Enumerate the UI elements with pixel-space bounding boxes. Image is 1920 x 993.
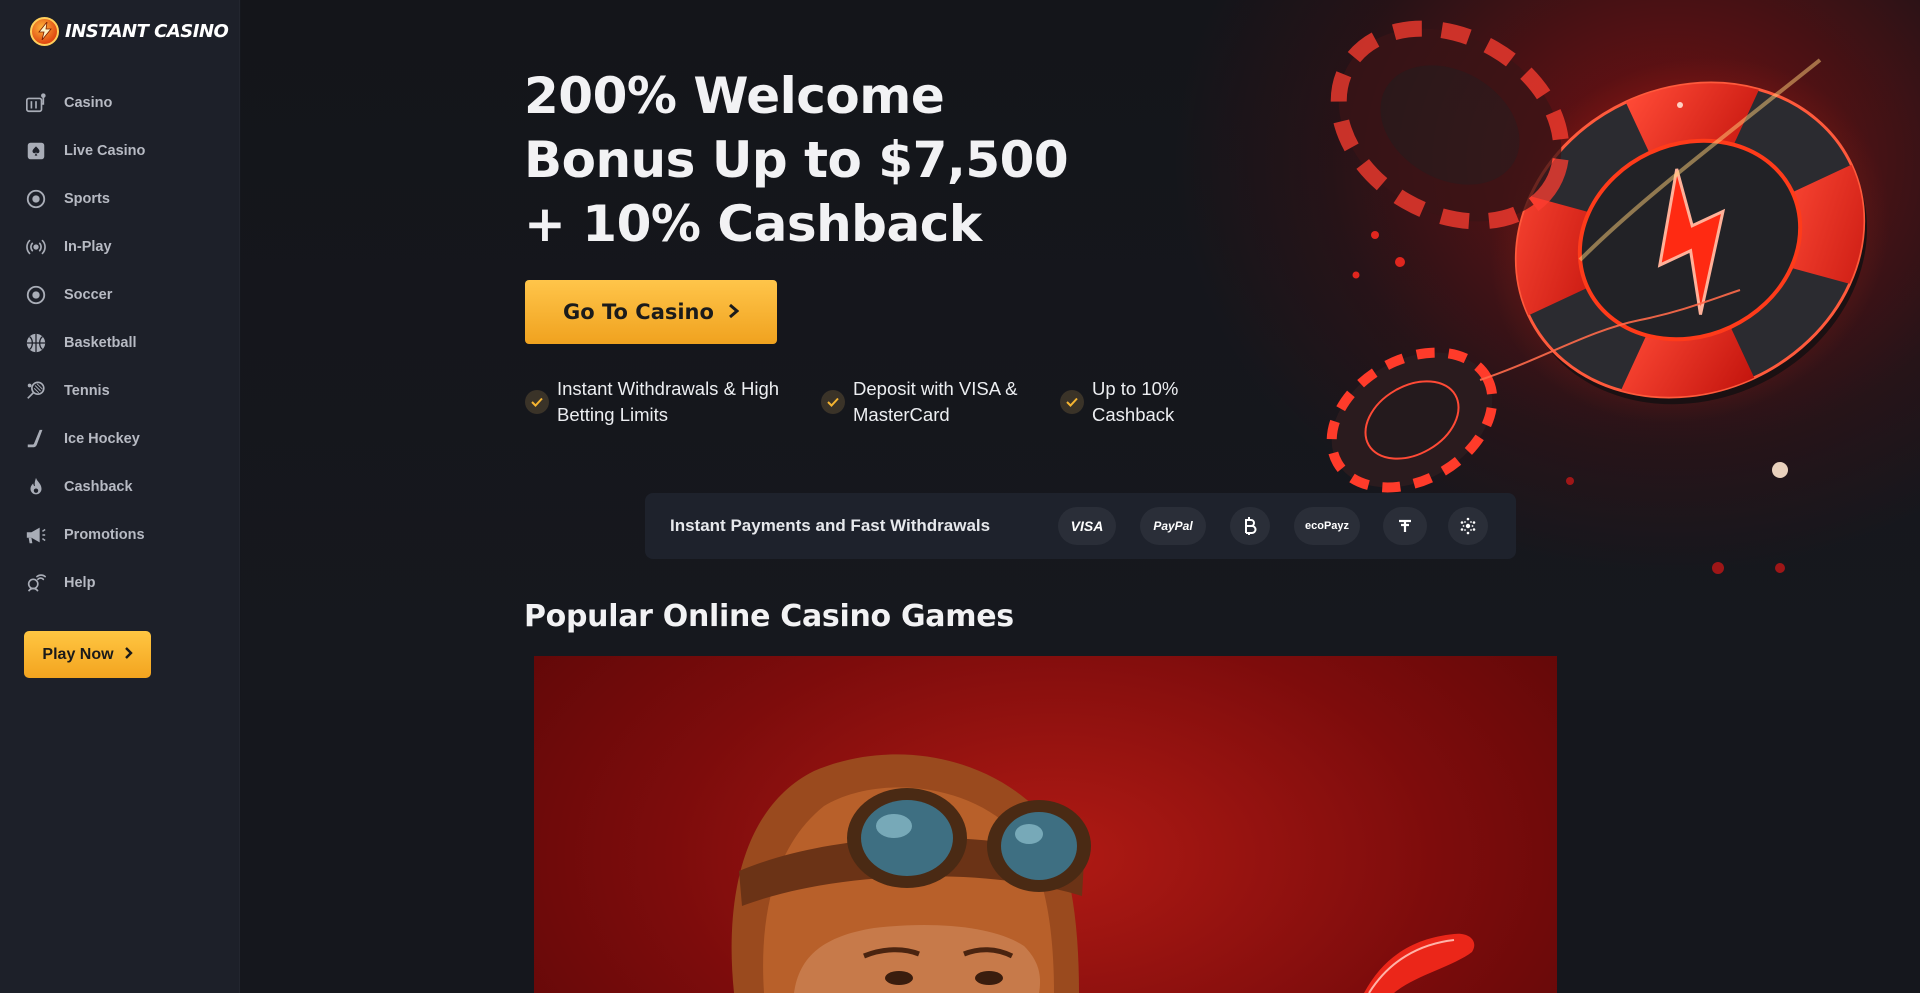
flame-icon <box>24 475 48 499</box>
sidebar-item-live-casino[interactable]: Live Casino <box>0 127 240 175</box>
sidebar-item-label: In-Play <box>64 239 112 255</box>
payments-label: Instant Payments and Fast Withdrawals <box>670 516 991 535</box>
sidebar-item-basketball[interactable]: Basketball <box>0 319 240 367</box>
checkmark-icon <box>1060 390 1084 414</box>
visa-logo-text: VISA <box>1070 518 1104 534</box>
paypal-logo-text: PayPal <box>1153 519 1193 533</box>
slot-machine-icon <box>24 91 48 115</box>
feature-text: Up to 10% Cashback <box>1092 378 1179 425</box>
sidebar-item-label: Basketball <box>64 335 137 351</box>
go-to-casino-button[interactable]: Go To Casino <box>525 280 777 344</box>
soccer-ball-icon <box>24 283 48 307</box>
feature-text: Deposit with VISA & MasterCard <box>853 378 1018 425</box>
sidebar-item-help[interactable]: Help <box>0 559 240 607</box>
sidebar-item-ice-hockey[interactable]: Ice Hockey <box>0 415 240 463</box>
play-now-button[interactable]: Play Now <box>24 631 151 678</box>
section-title-popular-games: Popular Online Casino Games <box>524 599 1014 634</box>
sidebar-nav: Casino Live Casino Sports In-Play Soccer <box>0 79 240 607</box>
sidebar-item-label: Casino <box>64 95 113 111</box>
pilot-game-artwork <box>731 754 1475 993</box>
hockey-stick-icon <box>24 427 48 451</box>
chevron-right-icon <box>728 300 740 324</box>
feature-text: Instant Withdrawals & High Betting Limit… <box>557 378 780 425</box>
feature-item: Deposit with VISA & MasterCard <box>821 376 1031 428</box>
main-content: 200% Welcome Bonus Up to $7,500 + 10% Ca… <box>241 0 1920 993</box>
sidebar-item-label: Soccer <box>64 287 113 303</box>
sidebar: INSTANT CASINO Casino Live Casino Sports… <box>0 0 240 993</box>
tennis-racket-icon <box>24 379 48 403</box>
checkmark-icon <box>821 390 845 414</box>
payments-bar: Instant Payments and Fast Withdrawals VI… <box>645 493 1516 559</box>
sidebar-item-soccer[interactable]: Soccer <box>0 271 240 319</box>
sidebar-item-label: Help <box>64 575 96 591</box>
sidebar-item-label: Promotions <box>64 527 145 543</box>
sidebar-item-label: Tennis <box>64 383 110 399</box>
play-now-label: Play Now <box>42 645 114 663</box>
brand-logo[interactable]: INSTANT CASINO <box>30 16 229 46</box>
hero-title: 200% Welcome Bonus Up to $7,500 + 10% Ca… <box>524 67 1069 253</box>
bitcoin-icon <box>1230 507 1270 545</box>
paypal-logo-icon: PayPal <box>1140 507 1206 545</box>
sidebar-item-sports[interactable]: Sports <box>0 175 240 223</box>
sidebar-item-cashback[interactable]: Cashback <box>0 463 240 511</box>
ecopayz-logo-icon: ecoPayz <box>1294 507 1360 545</box>
feature-item: Up to 10% Cashback <box>1060 376 1195 428</box>
sidebar-item-tennis[interactable]: Tennis <box>0 367 240 415</box>
megaphone-icon <box>24 523 48 547</box>
cardano-icon <box>1448 507 1488 545</box>
basketball-icon <box>24 331 48 355</box>
chevron-right-icon <box>124 646 133 664</box>
lightning-bolt-icon <box>30 16 59 46</box>
sidebar-item-casino[interactable]: Casino <box>0 79 240 127</box>
ecopayz-logo-text: ecoPayz <box>1304 520 1350 532</box>
broadcast-icon <box>24 235 48 259</box>
feature-item: Instant Withdrawals & High Betting Limit… <box>525 376 795 428</box>
sidebar-item-label: Cashback <box>64 479 133 495</box>
game-card-aviator[interactable] <box>534 656 1557 993</box>
sidebar-item-in-play[interactable]: In-Play <box>0 223 240 271</box>
support-agent-icon <box>24 571 48 595</box>
sidebar-item-label: Sports <box>64 191 110 207</box>
cta-label: Go To Casino <box>563 300 714 324</box>
sidebar-item-label: Live Casino <box>64 143 146 159</box>
sports-ball-icon <box>24 187 48 211</box>
checkmark-icon <box>525 390 549 414</box>
tether-icon <box>1383 507 1427 545</box>
sidebar-item-label: Ice Hockey <box>64 431 140 447</box>
visa-logo-icon: VISA <box>1058 507 1116 545</box>
sidebar-item-promotions[interactable]: Promotions <box>0 511 240 559</box>
brand-name: INSTANT CASINO <box>65 20 229 42</box>
spade-card-icon <box>24 139 48 163</box>
